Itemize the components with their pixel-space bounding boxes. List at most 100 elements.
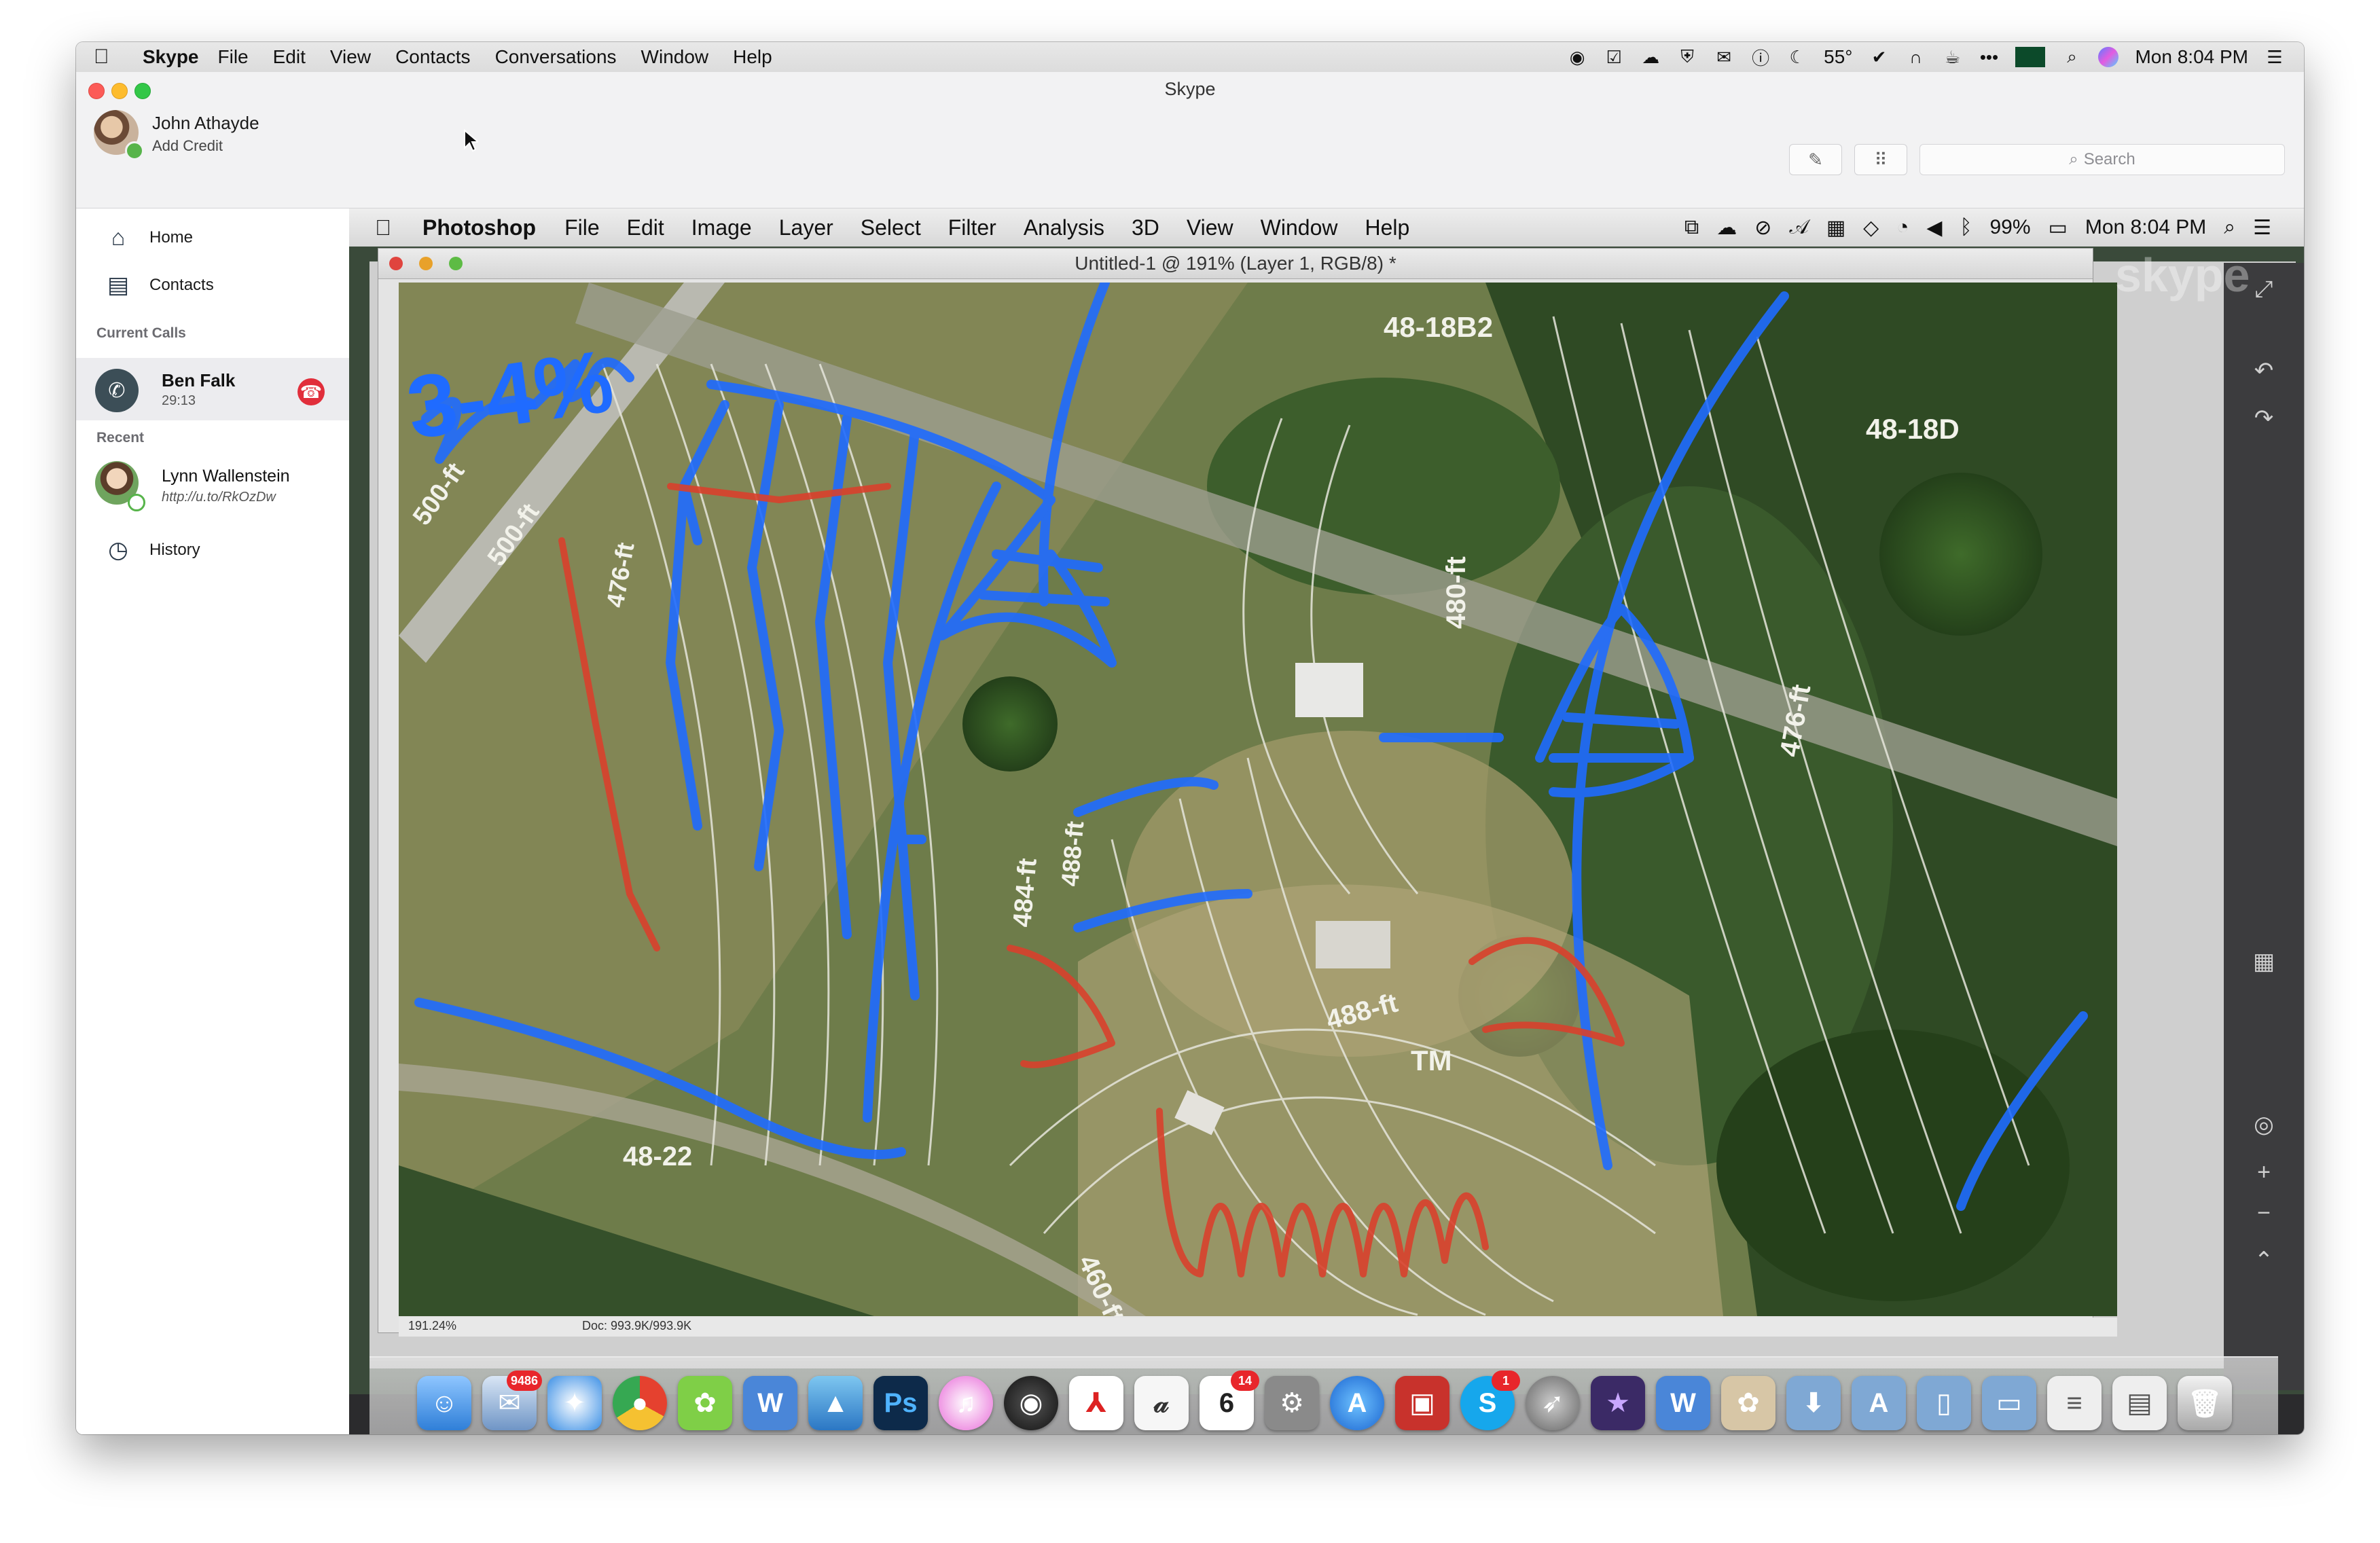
info-icon[interactable]: ⓘ xyxy=(1750,47,1771,69)
remote-battery-percent: 99% xyxy=(1989,216,2031,238)
menu-app-name[interactable]: Skype xyxy=(143,46,199,68)
menu-window[interactable]: Window xyxy=(641,46,709,68)
remote-signature-icon: 𝒜 xyxy=(1789,216,1809,238)
fullscreen-icon[interactable]: ⤢ xyxy=(2244,270,2284,309)
remote-time-machine-icon: ◔ xyxy=(1896,216,1909,238)
add-credit-link[interactable]: Add Credit xyxy=(152,137,223,155)
stack-icon-2: ▤ xyxy=(2112,1376,2167,1430)
dashboard-icon: ◉ xyxy=(1004,1376,1058,1430)
recenter-icon[interactable]: ◎ xyxy=(2244,1105,2284,1144)
zoom-out-icon[interactable]: − xyxy=(2244,1193,2284,1233)
app-store-icon: A xyxy=(1330,1376,1384,1430)
menu-conversations[interactable]: Conversations xyxy=(495,46,617,68)
checkbox-icon[interactable]: ☑ xyxy=(1604,47,1624,67)
shield-icon[interactable]: ⛨ xyxy=(1677,46,1697,67)
remote-desktop: Untitled-1 @ 191% (Layer 1, RGB/8) * 3-4… xyxy=(349,247,2304,1394)
menu-help[interactable]: Help xyxy=(733,46,772,68)
new-conversation-button[interactable]: ✎ xyxy=(1789,144,1842,175)
menu-view[interactable]: View xyxy=(330,46,371,68)
mail-badge: 9486 xyxy=(506,1370,542,1391)
remote-dock: ☺ ✉ 9486 ✦ ● ✿ W ▲ Ps ♫ ◉ ⅄ 𝒶 6 14 ⚙ A ▣ S… xyxy=(369,1356,2278,1434)
sidebar-item-label: History xyxy=(149,541,200,559)
redo-icon[interactable]: ↷ xyxy=(2244,399,2284,438)
remote-menu-view: View xyxy=(1186,215,1233,240)
photoshop-document-window: Untitled-1 @ 191% (Layer 1, RGB/8) * 3-4… xyxy=(378,248,2117,1337)
document-statusbar: 191.24% Doc: 993.9K/993.9K xyxy=(399,1318,2117,1337)
document-title: Untitled-1 @ 191% (Layer 1, RGB/8) * xyxy=(1075,253,1396,274)
remote-volume-icon: ◀ xyxy=(1926,216,1943,239)
remote-menu-filter: Filter xyxy=(948,215,996,240)
search-placeholder: Search xyxy=(2083,150,2135,168)
check-circle-icon[interactable]: ✔ xyxy=(1869,47,1889,67)
remote-clock: Mon 8:04 PM xyxy=(2085,216,2207,238)
zoom-in-icon[interactable]: + xyxy=(2244,1152,2284,1192)
presence-online-icon xyxy=(128,494,145,511)
document-size-readout: Doc: 993.9K/993.9K xyxy=(582,1319,692,1332)
trash-icon: 🗑 xyxy=(2178,1376,2232,1430)
filmstrip-icon[interactable]: ▦ xyxy=(2244,942,2284,981)
search-input[interactable]: ⌕ Search xyxy=(1919,144,2285,175)
record-icon[interactable]: ◉ xyxy=(1567,47,1587,67)
spotlight-search-icon[interactable]: ⌕ xyxy=(2061,46,2082,67)
mail-icon: ✉ 9486 xyxy=(482,1370,542,1430)
photoshop-icon: Ps xyxy=(873,1376,928,1430)
skype-badge: 1 xyxy=(1492,1370,1520,1391)
remote-spotlight-icon: ⌕ xyxy=(2224,216,2236,238)
collapse-up-icon[interactable]: ⌃ xyxy=(2244,1241,2284,1280)
user-name[interactable]: John Athayde xyxy=(152,113,259,134)
coffee-icon[interactable]: ☕ xyxy=(1942,47,1962,67)
map-label-contour: 488-ft xyxy=(1056,820,1089,887)
menu-file[interactable]: File xyxy=(218,46,249,68)
remote-menu-layer: Layer xyxy=(778,215,833,240)
dialpad-button[interactable]: ⠿ xyxy=(1854,144,1907,175)
downloads-folder-icon: ⬇ xyxy=(1786,1376,1841,1430)
activity-monitor-icon[interactable] xyxy=(2015,47,2046,67)
temperature-readout: 55° xyxy=(1824,46,1853,67)
remote-palette-icon: ▦ xyxy=(1826,216,1846,239)
sidebar-item-contacts[interactable]: ▤ Contacts xyxy=(76,263,349,308)
imovie-icon: ★ xyxy=(1591,1376,1645,1430)
phone-call-icon: ✆ xyxy=(95,369,139,412)
skype-watermark: skype xyxy=(2115,249,2250,302)
mouse-cursor-icon xyxy=(464,129,478,152)
launchpad-icon: ➶ xyxy=(1526,1376,1580,1430)
remote-list-icon: ☰ xyxy=(2253,216,2271,239)
remote-battery-icon: ▭ xyxy=(2048,216,2068,239)
sidebar-item-history[interactable]: ◷ History xyxy=(76,528,349,573)
sidebar: ⌂ Home ▤ Contacts Current Calls ✆ Ben Fa… xyxy=(76,208,349,1434)
remote-wifi-icon: ◇ xyxy=(1863,216,1879,239)
undo-icon[interactable]: ↶ xyxy=(2244,351,2284,391)
siri-icon[interactable] xyxy=(2098,47,2119,67)
annotated-aerial-map: 3-4% 500-ft 500-ft 476-ft 480-ft 476-ft … xyxy=(399,283,2117,1316)
menu-edit[interactable]: Edit xyxy=(273,46,306,68)
sidebar-item-label: Home xyxy=(149,228,194,247)
preview-icon: 𝒶 xyxy=(1134,1376,1189,1430)
remote-menu-help: Help xyxy=(1365,215,1410,240)
home-icon: ⌂ xyxy=(111,224,126,251)
sidebar-item-home[interactable]: ⌂ Home xyxy=(76,215,349,260)
cloud-icon[interactable]: ☁ xyxy=(1640,47,1661,67)
remote-menu-file: File xyxy=(564,215,600,240)
chrome-icon: ● xyxy=(613,1376,667,1430)
calendar-badge: 14 xyxy=(1231,1370,1259,1391)
remote-menu-window: Window xyxy=(1260,215,1338,240)
current-call-row[interactable]: ✆ Ben Falk 29:13 ☎ xyxy=(76,358,349,420)
current-call-duration: 29:13 xyxy=(162,393,196,408)
menubar-clock[interactable]: Mon 8:04 PM xyxy=(2135,46,2248,68)
calendar-icon: 6 14 xyxy=(1200,1370,1259,1430)
apple-icon[interactable]:  xyxy=(94,46,129,69)
megaphone-icon[interactable]: ✉ xyxy=(1714,47,1734,67)
skype-icon: S1 xyxy=(1460,1370,1520,1430)
remote-status-area: ⧉ ☁ ⊘ 𝒜 ▦ ◇ ◔ ◀ ᛒ 99% ▭ Mon 8:04 PM ⌕ ☰ xyxy=(1684,208,2271,247)
more-icon[interactable]: ••• xyxy=(1979,47,1999,67)
hang-up-button[interactable]: ☎ xyxy=(298,378,325,405)
word-icon: W xyxy=(743,1376,797,1430)
app-icon: ✿ xyxy=(678,1376,732,1430)
dialpad-icon: ⠿ xyxy=(1874,149,1888,170)
search-icon: ⌕ xyxy=(2069,150,2078,168)
presence-online-icon xyxy=(125,141,144,160)
headphones-icon[interactable]: ∩ xyxy=(1905,47,1926,67)
menu-contacts[interactable]: Contacts xyxy=(395,46,471,68)
shared-screen-view[interactable]:  Photoshop File Edit Image Layer Select… xyxy=(349,208,2304,1434)
notification-center-icon[interactable]: ☰ xyxy=(2265,47,2285,67)
